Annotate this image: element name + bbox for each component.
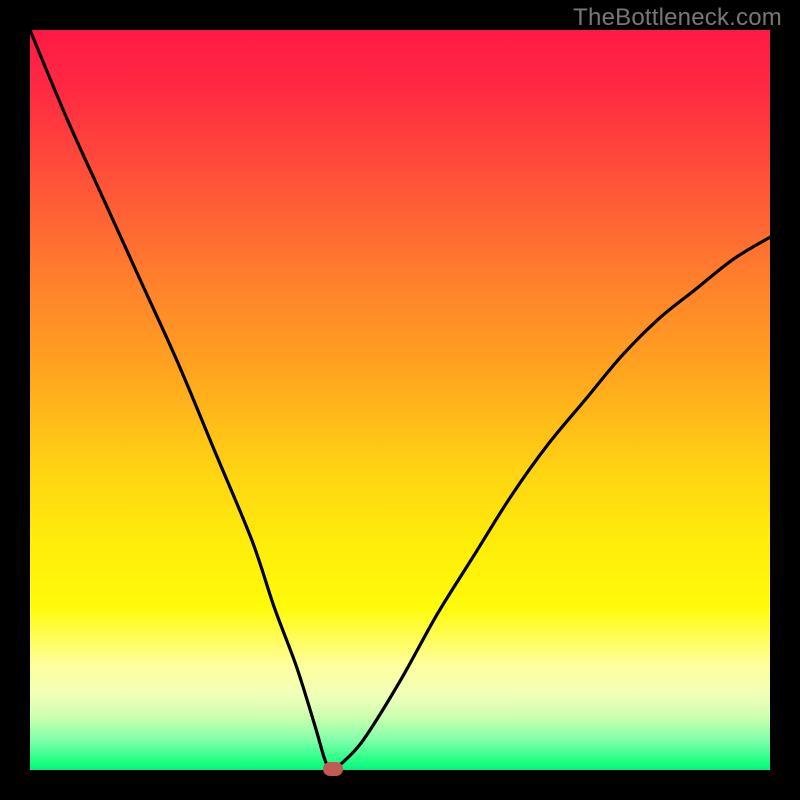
bottleneck-curve	[30, 30, 770, 770]
optimal-point-marker	[323, 762, 343, 776]
chart-frame: TheBottleneck.com	[0, 0, 800, 800]
plot-area	[30, 30, 770, 770]
watermark-text: TheBottleneck.com	[573, 4, 782, 32]
curve-path	[30, 30, 770, 769]
